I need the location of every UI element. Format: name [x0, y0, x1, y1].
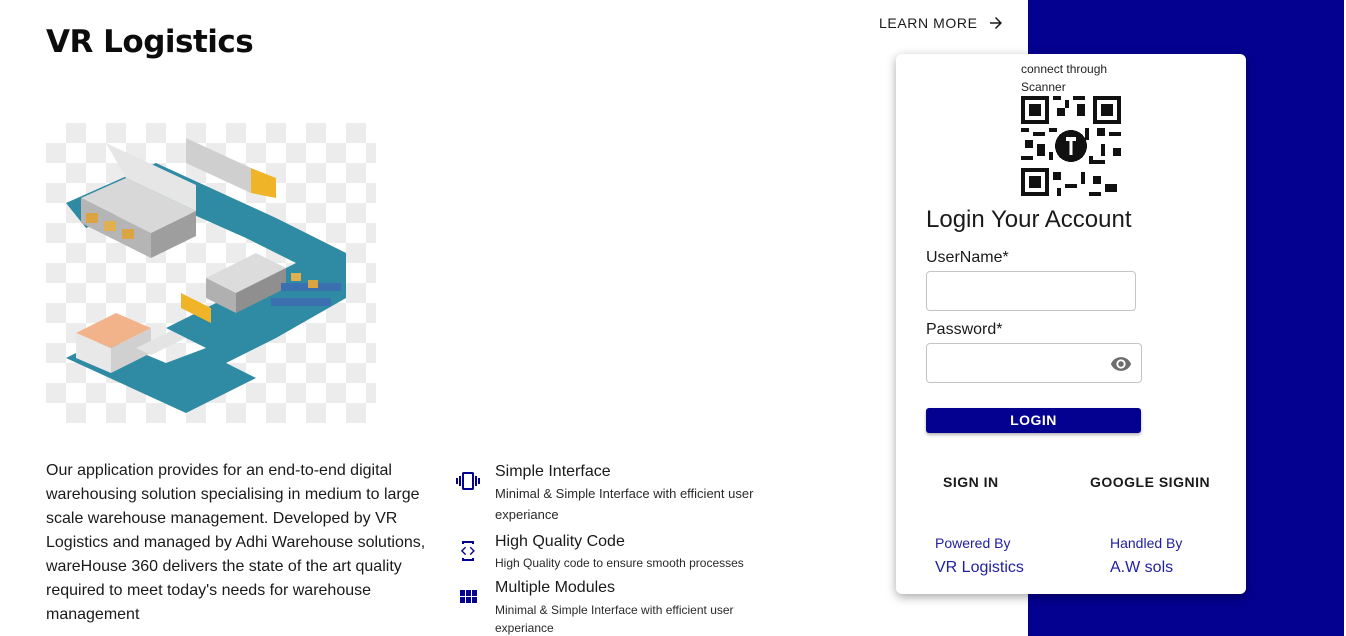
powered-by-value[interactable]: VR Logistics [935, 559, 1024, 577]
warehouse-illustration [46, 123, 376, 423]
phone-vibrate-icon [456, 472, 480, 490]
username-label: UserName* [926, 249, 1009, 266]
password-label: Password* [926, 321, 1003, 338]
sign-in-button[interactable]: SIGN IN [943, 474, 999, 490]
feature-title: Simple Interface [495, 463, 611, 480]
feature-simple-interface: Simple Interface Minimal & Simple Interf… [456, 461, 765, 525]
handled-by-label: Handled By [1110, 535, 1183, 551]
google-signin-button[interactable]: GOOGLE SIGNIN [1090, 474, 1210, 490]
handled-by-value[interactable]: A.W sols [1110, 559, 1173, 577]
feature-high-quality-code: High Quality Code High Quality code to e… [456, 531, 744, 574]
learn-more-link[interactable]: LEARN MORE [879, 14, 1005, 32]
qr-code-icon[interactable] [1021, 96, 1121, 196]
brand-title: VR Logistics [46, 24, 254, 60]
feature-desc: Minimal & Simple Interface with efficien… [495, 486, 754, 522]
learn-more-label: LEARN MORE [879, 15, 978, 31]
page: VR Logistics LEARN MORE Our application … [0, 0, 1346, 636]
login-title: Login Your Account [926, 206, 1132, 233]
username-field[interactable] [926, 271, 1136, 311]
eye-icon[interactable] [1110, 353, 1132, 375]
arrow-right-icon [989, 17, 1002, 29]
grid-modules-icon [460, 590, 477, 603]
login-card: connect through Scanner Login Your Accou… [896, 54, 1246, 594]
feature-desc: Minimal & Simple Interface with efficien… [495, 603, 734, 635]
feature-title: High Quality Code [495, 533, 625, 550]
powered-by-label: Powered By [935, 535, 1011, 551]
feature-desc: High Quality code to ensure smooth proce… [495, 556, 744, 570]
feature-title: Multiple Modules [495, 579, 616, 596]
feature-multiple-modules: Multiple Modules Minimal & Simple Interf… [456, 577, 755, 636]
login-button[interactable]: LOGIN [926, 408, 1141, 433]
qr-label: connect through Scanner [1021, 62, 1108, 94]
app-description: Our application provides for an end-to-e… [46, 462, 426, 623]
code-icon [460, 541, 475, 561]
password-field[interactable] [926, 343, 1142, 383]
